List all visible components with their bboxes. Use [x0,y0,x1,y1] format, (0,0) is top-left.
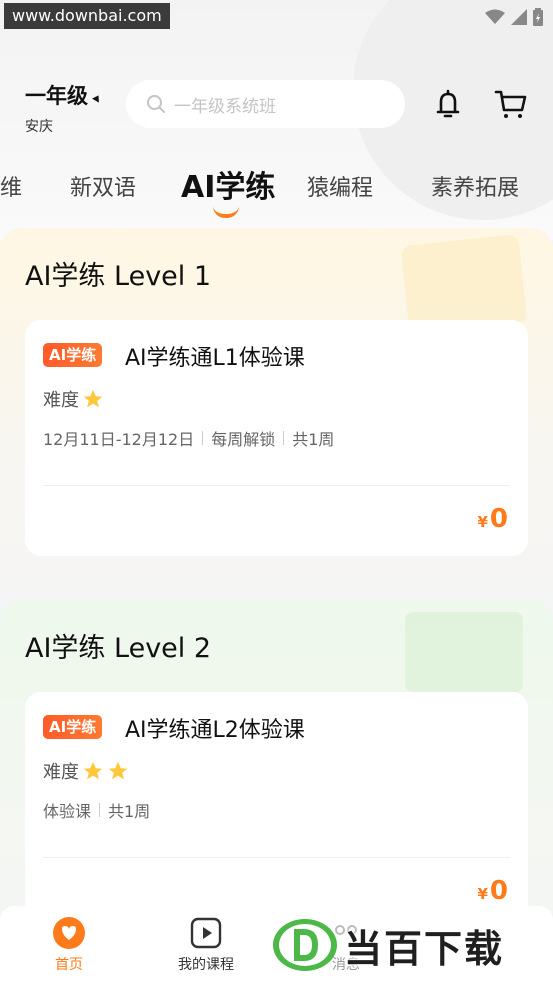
active-tab-indicator [213,206,239,218]
difficulty: 难度 [43,758,129,784]
price: ¥ 0 [477,876,508,906]
nav-home-label: 首页 [55,957,83,973]
battery-icon [533,8,543,26]
difficulty-label: 难度 [43,762,79,783]
divider [99,803,101,817]
currency-symbol: ¥ [477,885,488,903]
nav-my-courses-label: 我的课程 [178,957,234,973]
course-title: AI学练通L2体验课 [125,718,305,743]
course-card[interactable]: AI学练 AI学练通L2体验课 难度 体验课 共1周 ¥ 0 [25,692,528,932]
book-decoration [405,612,523,692]
home-icon [53,917,85,949]
grade-label: 一年级 [25,84,88,108]
wifi-icon [485,9,505,24]
course-card[interactable]: AI学练 AI学练通L1体验课 难度 12月11日-12月12日 每周解锁 共1… [25,320,528,556]
star-icon [83,761,103,780]
card-divider [43,485,510,486]
bell-icon[interactable] [432,88,464,120]
cart-icon[interactable] [494,88,528,120]
tab-new-bilingual[interactable]: 新双语 [70,170,136,202]
course-type: 体验课 [43,802,92,821]
category-tabs: 维 新双语 AI学练 猿编程 素养拓展 [0,162,553,222]
level-section: AI学练 Level 1 AI学练 AI学练通L1体验课 难度 12月11日-1… [0,228,553,598]
city-label: 安庆 [25,119,53,135]
play-icon [190,917,222,949]
price: ¥ 0 [477,504,508,534]
duration: 共1周 [292,430,335,449]
search-input[interactable]: 一年级系统班 [126,80,405,128]
course-tag: AI学练 [43,715,103,739]
card-divider [43,857,510,858]
duration: 共1周 [108,802,151,821]
nav-my-courses[interactable]: 我的课程 [166,916,246,974]
tab-coding[interactable]: 猿编程 [307,170,373,202]
search-placeholder: 一年级系统班 [174,96,276,117]
search-icon [147,95,165,113]
divider [283,431,285,445]
grade-selector[interactable]: 一年级 安庆 [25,80,102,136]
status-bar: www.downbai.com [0,0,553,34]
currency-symbol: ¥ [477,513,488,531]
course-title: AI学练通L1体验课 [125,346,305,371]
section-title: AI学练 Level 1 [25,261,212,292]
system-icons [485,8,543,26]
tab-literacy[interactable]: 素养拓展 [431,170,519,202]
difficulty: 难度 [43,386,104,412]
brand-logo-icon [273,919,337,971]
star-icon [83,389,103,408]
watermark-text: www.downbai.com [4,3,170,29]
unlock-mode: 每周解锁 [211,430,276,449]
difficulty-label: 难度 [43,390,79,411]
divider [202,431,204,445]
star-icon [108,761,128,780]
brand-text: 当百下载 [344,926,505,971]
nav-home[interactable]: 首页 [29,916,109,974]
brand-watermark: 当百下载 [270,910,553,980]
course-tag: AI学练 [43,343,103,367]
dropdown-arrow-icon [92,93,102,103]
tab-partial[interactable]: 维 [0,170,22,202]
header: 一年级 安庆 一年级系统班 [0,74,553,136]
course-dates: 12月11日-12月12日 [43,430,195,449]
section-title: AI学练 Level 2 [25,633,212,664]
tab-ai-practice[interactable]: AI学练 [181,162,275,206]
course-meta: 12月11日-12月12日 每周解锁 共1周 [43,426,334,450]
price-value: 0 [489,504,508,534]
course-meta: 体验课 共1周 [43,798,150,822]
price-value: 0 [489,876,508,906]
signal-icon [511,9,527,25]
